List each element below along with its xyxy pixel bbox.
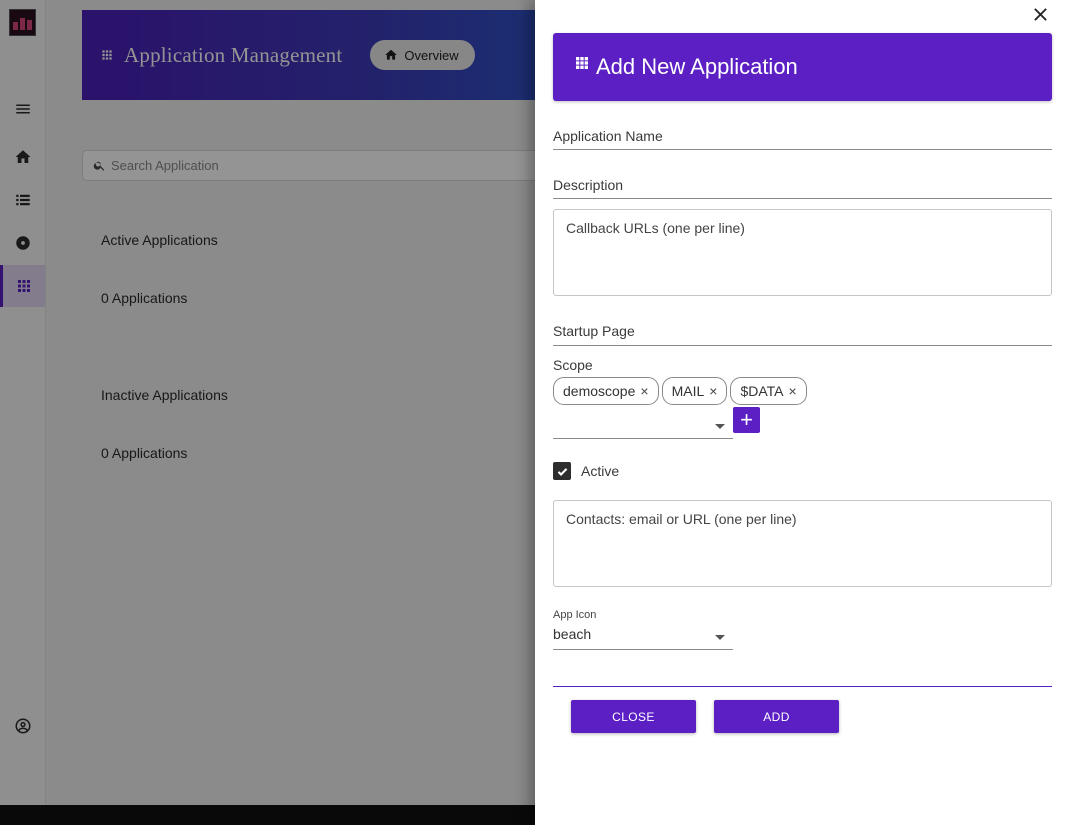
check-icon	[557, 467, 567, 476]
app-icon-value: beach	[553, 626, 592, 642]
add-scope-button[interactable]: +	[733, 407, 760, 433]
application-name-field[interactable]: Application Name	[553, 128, 1052, 150]
add-button[interactable]: ADD	[714, 700, 839, 733]
startup-page-label: Startup Page	[553, 323, 635, 339]
chevron-down-icon	[715, 424, 725, 429]
scope-select[interactable]	[553, 415, 733, 439]
close-button[interactable]: CLOSE	[571, 700, 696, 733]
chevron-down-icon	[715, 635, 725, 640]
scope-chips: demoscope × MAIL × $DATA ×	[553, 377, 807, 405]
scope-chip-label: MAIL	[671, 383, 705, 399]
chip-remove-icon[interactable]: ×	[789, 383, 797, 399]
scope-label: Scope	[553, 357, 593, 373]
description-field[interactable]: Description	[553, 177, 1052, 199]
contacts-placeholder: Contacts: email or URL (one per line)	[566, 511, 797, 527]
divider	[553, 686, 1052, 687]
callback-urls-placeholder: Callback URLs (one per line)	[566, 220, 745, 236]
contacts-textarea[interactable]: Contacts: email or URL (one per line)	[553, 500, 1052, 587]
dialog-title: Add New Application	[596, 54, 798, 79]
scope-chip-label: demoscope	[563, 383, 636, 399]
callback-urls-textarea[interactable]: Callback URLs (one per line)	[553, 209, 1052, 296]
app-icon-select[interactable]: beach	[553, 626, 733, 650]
startup-page-field[interactable]: Startup Page	[553, 323, 1052, 346]
description-label: Description	[553, 177, 624, 193]
scope-chip[interactable]: $DATA ×	[730, 377, 807, 405]
chip-remove-icon[interactable]: ×	[709, 383, 717, 399]
app-icon-label: App Icon	[553, 609, 597, 621]
close-icon[interactable]	[1029, 3, 1051, 25]
scope-chip-label: $DATA	[740, 383, 784, 399]
add-application-drawer: Add New Application Application Name Des…	[535, 0, 1070, 825]
application-name-label: Application Name	[553, 128, 663, 144]
scope-chip[interactable]: demoscope ×	[553, 377, 659, 405]
active-label: Active	[581, 463, 620, 479]
active-checkbox[interactable]	[553, 462, 571, 480]
dialog-header: Add New Application	[553, 33, 1052, 101]
modal-backdrop[interactable]	[0, 0, 535, 825]
chip-remove-icon[interactable]: ×	[640, 383, 648, 399]
scope-chip[interactable]: MAIL ×	[661, 377, 728, 405]
apps-grid-icon	[576, 57, 588, 69]
